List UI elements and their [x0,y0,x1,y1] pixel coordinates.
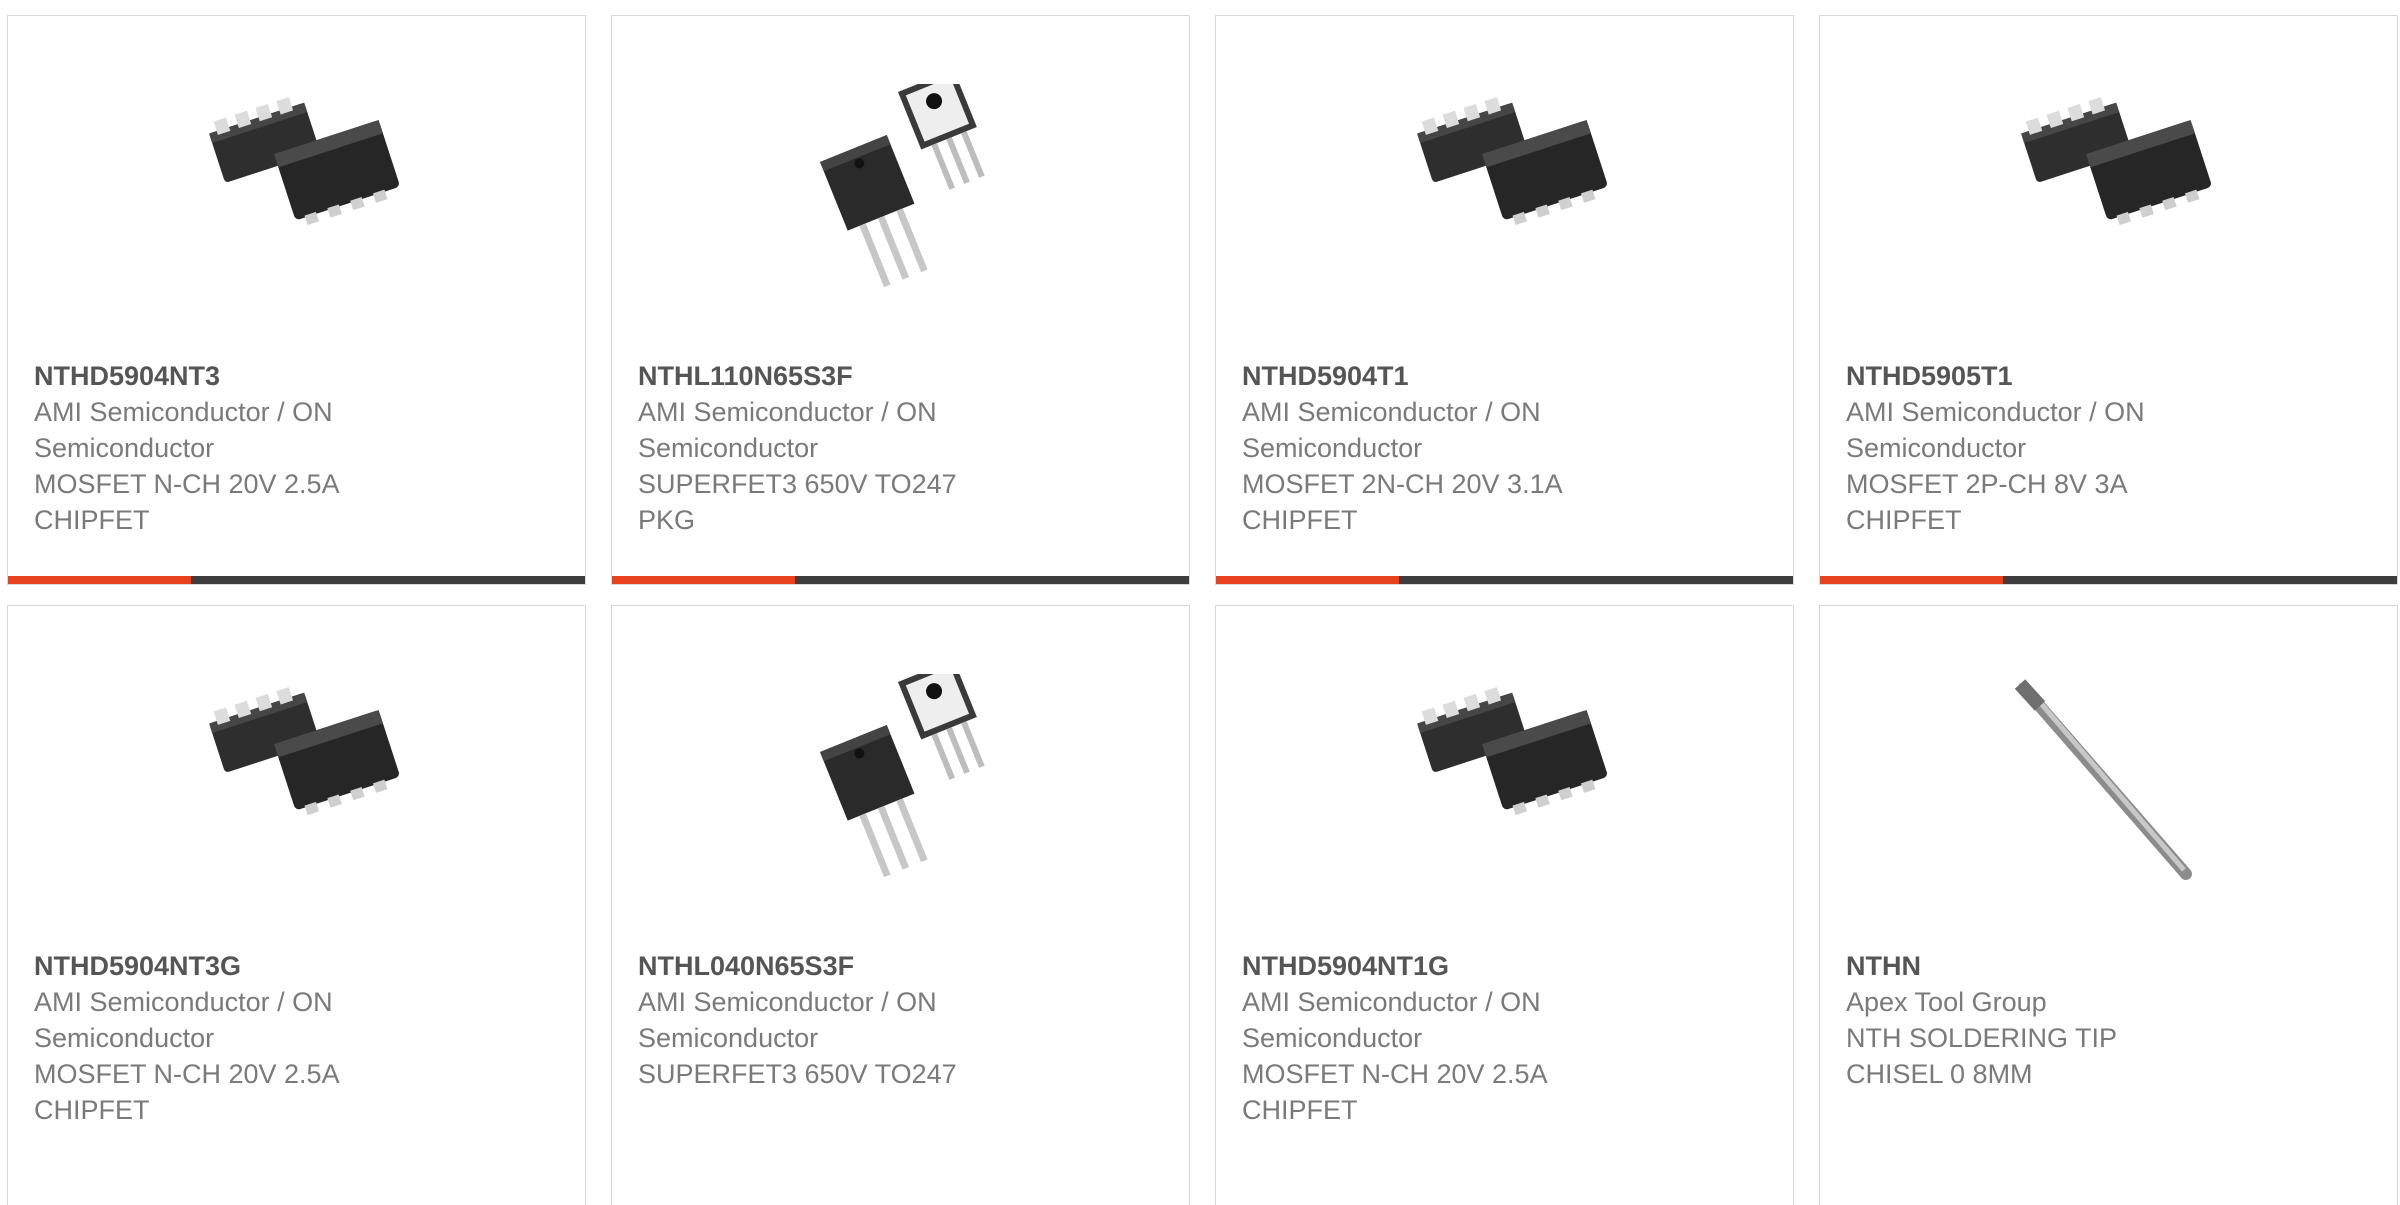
part-number[interactable]: NTHD5904NT3 [34,358,394,394]
product-card[interactable]: NTHD5904NT1G AMI Semiconductor / ON Semi… [1215,605,1794,1205]
product-image-chipfet[interactable] [1402,84,1608,290]
product-image-soldering-tip[interactable] [2006,674,2212,880]
chipfet-package-icon [206,683,400,819]
part-number[interactable]: NTHL040N65S3F [638,948,998,984]
accent-bar [612,576,795,584]
product-card[interactable]: NTHN Apex Tool Group NTH SOLDERING TIP C… [1819,605,2398,1205]
product-card[interactable]: NTHL040N65S3F AMI Semiconductor / ON Sem… [611,605,1190,1205]
manufacturer: Apex Tool Group [1846,987,2047,1017]
description: MOSFET N-CH 20V 2.5A CHIPFET [1242,1059,1547,1125]
part-number[interactable]: NTHN [1846,948,2206,984]
description: MOSFET N-CH 20V 2.5A CHIPFET [34,469,339,535]
product-image-chipfet[interactable] [194,674,400,880]
product-card[interactable]: NTHD5904NT3 AMI Semiconductor / ON Semic… [7,15,586,585]
description: MOSFET 2P-CH 8V 3A CHIPFET [1846,469,2127,535]
product-card[interactable]: NTHD5904NT3G AMI Semiconductor / ON Semi… [7,605,586,1205]
product-card[interactable]: NTHD5904T1 AMI Semiconductor / ON Semico… [1215,15,1794,585]
accent-bar [1216,576,1399,584]
product-card[interactable]: NTHL110N65S3F AMI Semiconductor / ON Sem… [611,15,1190,585]
part-number[interactable]: NTHD5904T1 [1242,358,1602,394]
to247-package-icon [798,674,1004,880]
manufacturer: AMI Semiconductor / ON Semiconductor [638,397,937,463]
product-card[interactable]: NTHD5905T1 AMI Semiconductor / ON Semico… [1819,15,2398,585]
accent-bar [8,576,191,584]
product-image-to247[interactable] [798,674,1004,880]
manufacturer: AMI Semiconductor / ON Semiconductor [638,987,937,1053]
card-bar [1216,576,1793,584]
card-bar [612,576,1189,584]
description: SUPERFET3 650V TO247 PKG [638,469,957,535]
chipfet-package-icon [206,93,400,229]
description: SUPERFET3 650V TO247 [638,1059,957,1089]
part-number[interactable]: NTHD5904NT1G [1242,948,1602,984]
soldering-tip-icon [2006,674,2212,880]
accent-bar [1820,576,2003,584]
chipfet-package-icon [1414,93,1608,229]
product-image-chipfet[interactable] [194,84,400,290]
to247-package-icon [798,84,1004,290]
description: NTH SOLDERING TIP CHISEL 0 8MM [1846,1023,2117,1089]
product-image-to247[interactable] [798,84,1004,290]
description: MOSFET N-CH 20V 2.5A CHIPFET [34,1059,339,1125]
part-number[interactable]: NTHD5904NT3G [34,948,394,984]
manufacturer: AMI Semiconductor / ON Semiconductor [1846,397,2145,463]
card-bar [8,576,585,584]
product-grid: NTHD5904NT3 AMI Semiconductor / ON Semic… [0,0,2400,1205]
chipfet-package-icon [1414,683,1608,819]
manufacturer: AMI Semiconductor / ON Semiconductor [34,397,333,463]
manufacturer: AMI Semiconductor / ON Semiconductor [34,987,333,1053]
chipfet-package-icon [2018,93,2212,229]
part-number[interactable]: NTHD5905T1 [1846,358,2206,394]
manufacturer: AMI Semiconductor / ON Semiconductor [1242,397,1541,463]
description: MOSFET 2N-CH 20V 3.1A CHIPFET [1242,469,1562,535]
product-image-chipfet[interactable] [2006,84,2212,290]
product-image-chipfet[interactable] [1402,674,1608,880]
part-number[interactable]: NTHL110N65S3F [638,358,998,394]
card-bar [1820,576,2397,584]
manufacturer: AMI Semiconductor / ON Semiconductor [1242,987,1541,1053]
